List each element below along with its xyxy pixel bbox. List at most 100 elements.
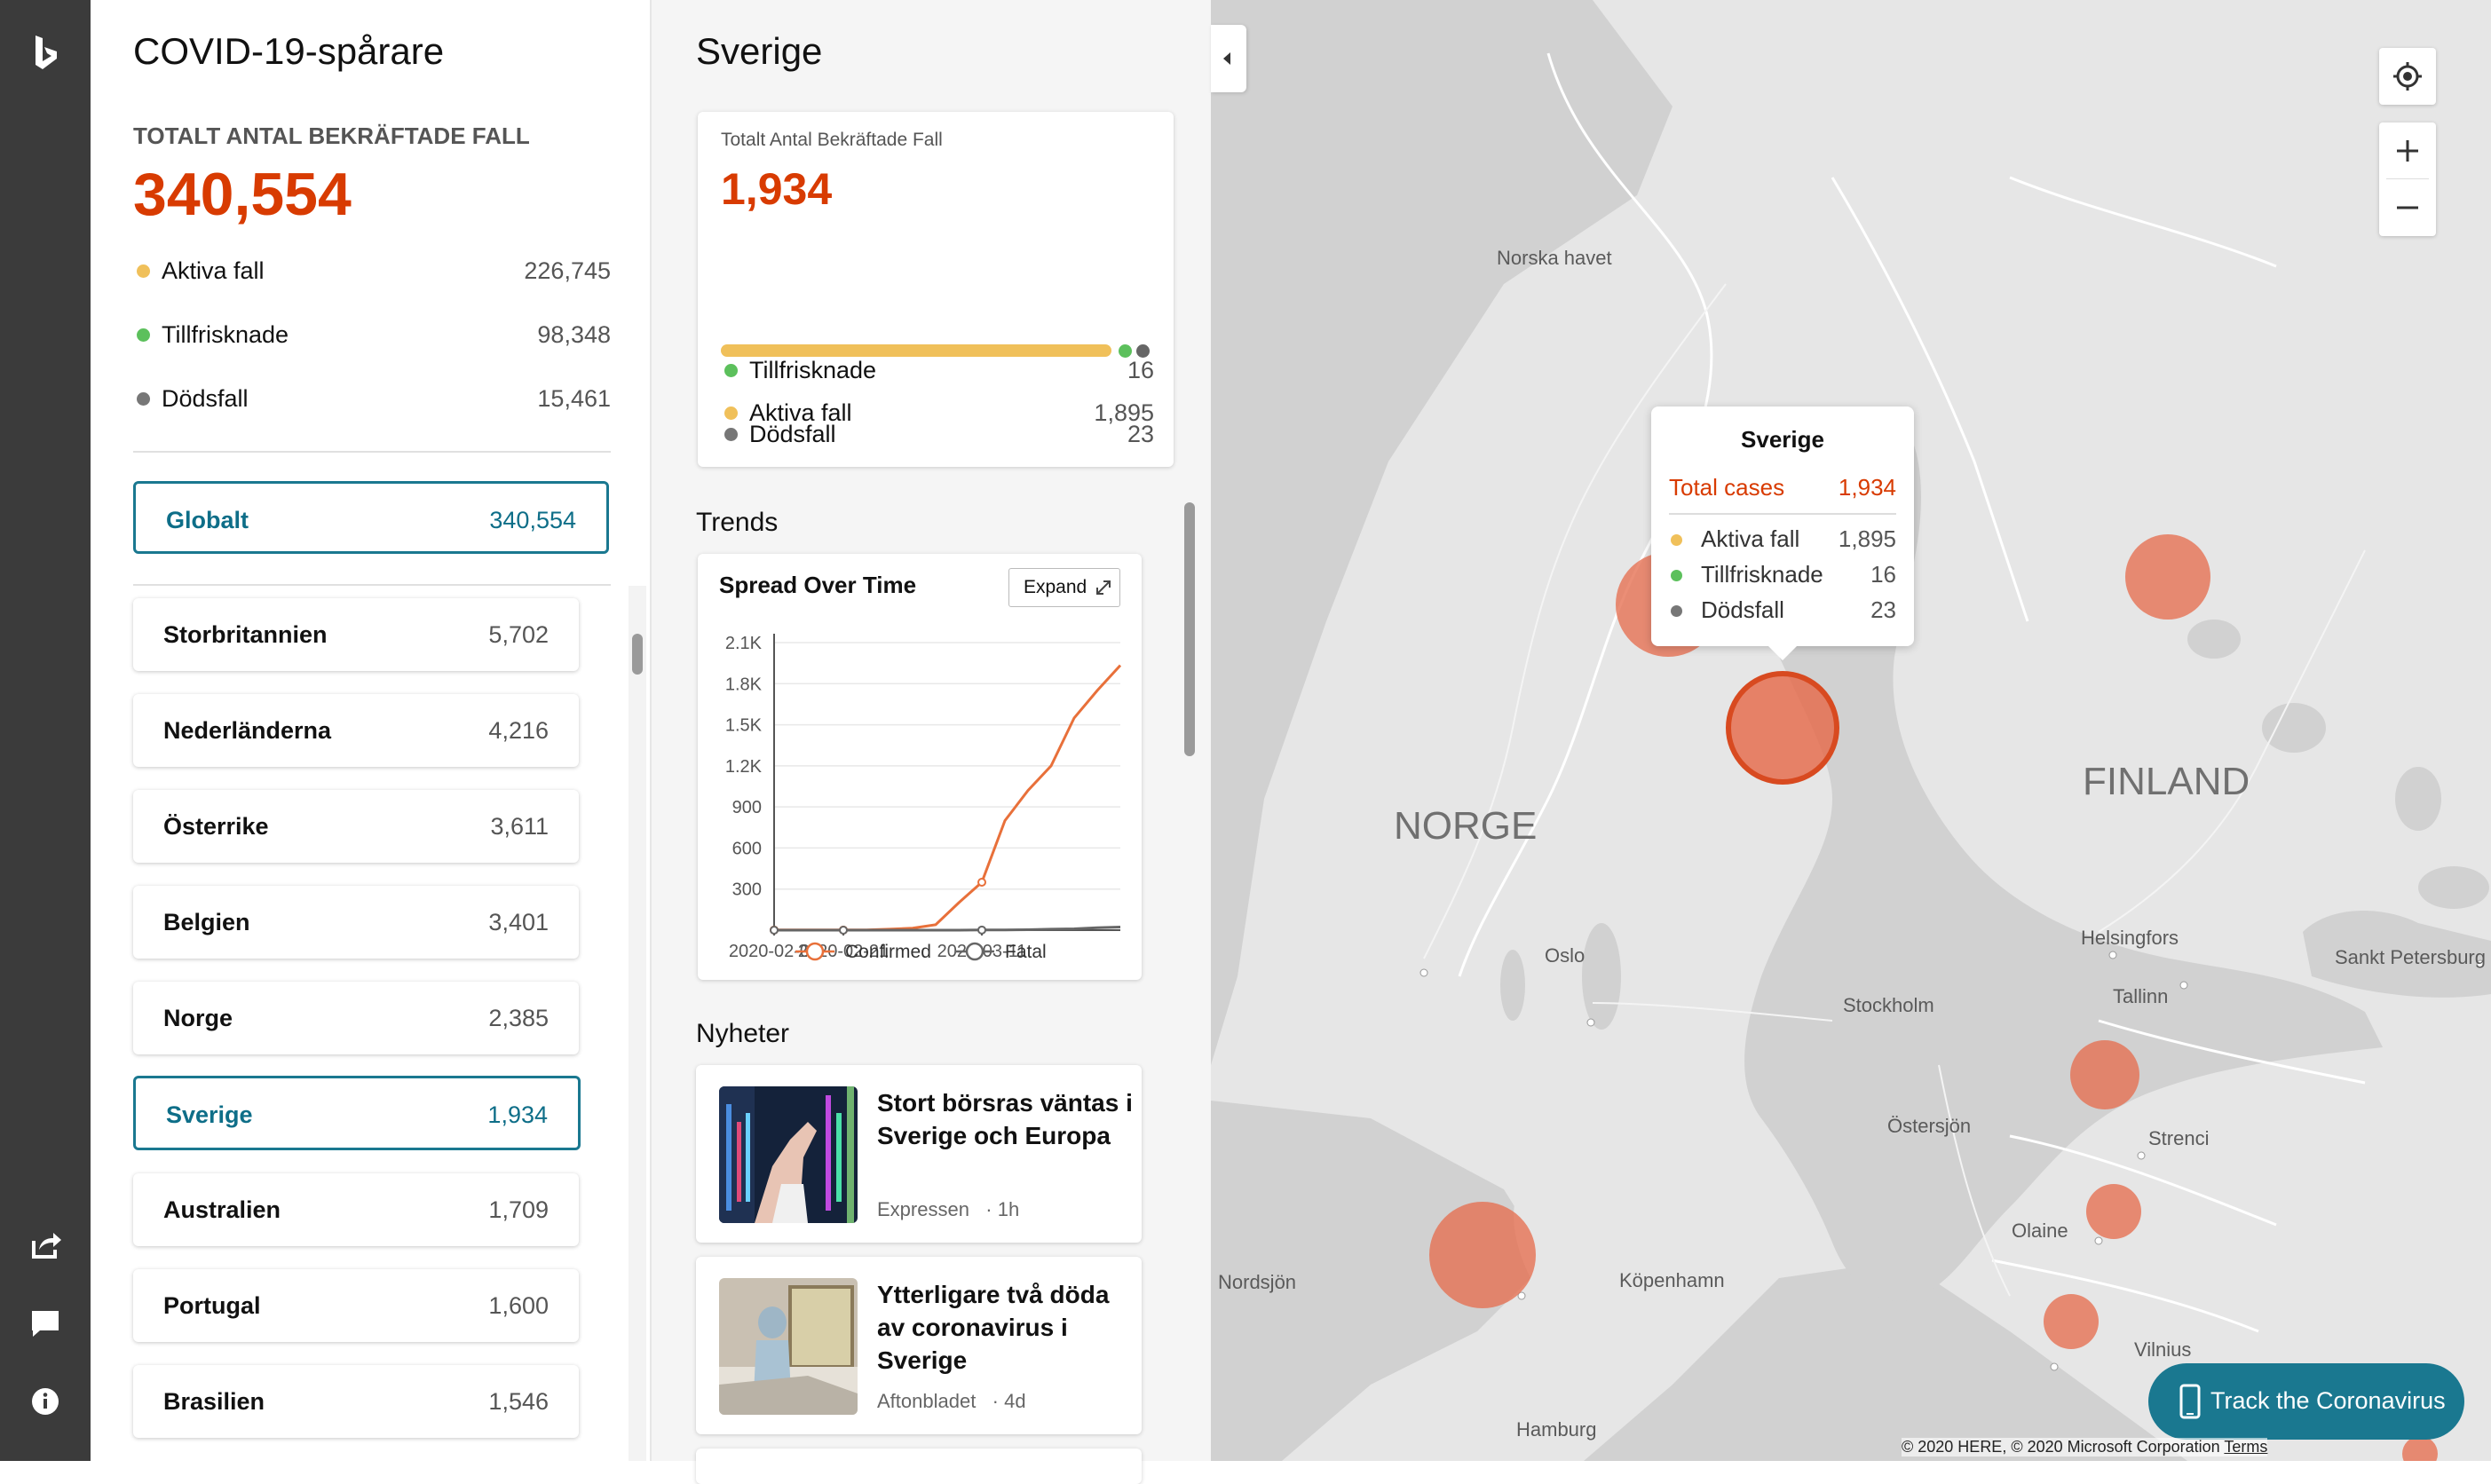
country-card-global[interactable]: Globalt 340,554 <box>133 481 609 554</box>
country-card[interactable]: Storbritannien 5,702 <box>133 598 579 671</box>
trend-chart-card: Spread Over Time Expand 2.1K 1.8K 1.5K 1.2K… <box>698 554 1142 980</box>
detail-stat-deaths: Dödsfall 23 <box>721 417 1154 453</box>
country-card[interactable]: Brasilien 1,546 <box>133 1365 579 1438</box>
case-bubble-selected[interactable] <box>1726 671 1839 785</box>
country-card[interactable]: Belgien 3,401 <box>133 886 579 959</box>
zoom-controls <box>2379 122 2436 236</box>
country-card[interactable]: Nederländerna 4,216 <box>133 694 579 767</box>
legend-label: Confirmed <box>845 942 931 962</box>
divider <box>133 584 611 586</box>
stat-value: 98,348 <box>537 321 611 348</box>
case-bubble[interactable] <box>2086 1184 2141 1239</box>
minus-icon[interactable] <box>2379 179 2436 236</box>
series-line-fatal <box>774 926 1121 932</box>
page-title: COVID-19-spårare <box>133 30 445 72</box>
country-list-scrollbar[interactable] <box>629 586 646 1461</box>
plus-icon[interactable] <box>2379 122 2436 179</box>
map-label: Oslo <box>1545 944 1586 967</box>
news-source: Expressen · 1h <box>877 1198 1020 1220</box>
country-card[interactable]: Portugal 1,600 <box>133 1269 579 1342</box>
deaths-dot-icon <box>1671 605 1682 617</box>
total-label: TOTALT ANTAL BEKRÄFTADE FALL <box>133 122 530 149</box>
stat-active: Aktiva fall 226,745 <box>133 254 611 289</box>
case-bubble[interactable] <box>2125 534 2210 620</box>
y-tick-label: 300 <box>732 880 762 900</box>
map-label: Vilnius <box>2134 1338 2192 1361</box>
country-name: Belgien <box>163 909 250 935</box>
data-point <box>839 926 848 935</box>
news-heading: Nyheter <box>696 1019 790 1048</box>
country-name: Storbritannien <box>163 621 328 648</box>
y-tick-label: 1.8K <box>725 675 763 694</box>
country-name: Nederländerna <box>163 717 332 744</box>
stat-deaths: Dödsfall 15,461 <box>133 382 611 417</box>
stat-label: Dödsfall <box>749 421 836 447</box>
stat-recovered: Tillfrisknade 98,348 <box>133 318 611 353</box>
map-label: Olaine <box>2012 1220 2068 1242</box>
news-card[interactable]: Ytterligare två döda av coronavirus i Sv… <box>696 1257 1142 1434</box>
map-view[interactable]: Norska havet Oslo Stockholm Helsingfors … <box>1211 0 2491 1461</box>
locate-button[interactable] <box>2379 48 2436 105</box>
collapse-panel-button[interactable] <box>1211 25 1246 92</box>
country-value: 4,216 <box>488 717 549 744</box>
map-label: Östersjön <box>1887 1115 1972 1137</box>
country-card[interactable]: Norge 2,385 <box>133 982 579 1054</box>
country-detail-panel: Sverige Totalt Antal Bekräftade Fall 1,9… <box>650 0 1211 1484</box>
country-value: 5,702 <box>488 621 549 648</box>
country-value: 1,546 <box>488 1388 549 1415</box>
tooltip-title: Sverige <box>1741 426 1824 453</box>
bing-logo-icon[interactable] <box>25 32 66 73</box>
news-thumbnail <box>719 1278 858 1415</box>
locate-icon <box>2393 62 2422 91</box>
recovered-dot-icon <box>1671 570 1682 581</box>
news-title: Stort börsras väntas i Sverige och Europ… <box>877 1089 1133 1149</box>
y-tick-label: 900 <box>732 798 762 817</box>
y-tick-label: 1.5K <box>725 716 763 736</box>
scrollbar-thumb[interactable] <box>632 634 643 675</box>
terms-link[interactable]: Terms <box>2224 1438 2267 1456</box>
tooltip-pointer <box>1767 645 1798 660</box>
country-name: Brasilien <box>163 1388 265 1415</box>
map-label: Nordsjön <box>1218 1271 1297 1293</box>
left-rail <box>0 0 91 1461</box>
feedback-icon[interactable] <box>25 1303 66 1344</box>
track-label: Track the Coronavirus <box>2210 1387 2446 1414</box>
country-name: Globalt <box>166 507 249 533</box>
country-value: 3,401 <box>488 909 549 935</box>
track-coronavirus-button[interactable]: Track the Coronavirus <box>2148 1363 2464 1440</box>
trends-heading: Trends <box>696 508 779 537</box>
chevron-left-icon <box>1223 52 1230 65</box>
stat-label: Dödsfall <box>162 385 249 412</box>
summary-card: Totalt Antal Bekräftade Fall 1,934 Aktiv… <box>698 112 1174 467</box>
country-value: 340,554 <box>489 507 576 533</box>
info-icon[interactable] <box>25 1381 66 1422</box>
country-card[interactable]: Australien 1,709 <box>133 1173 579 1246</box>
news-card[interactable]: Stort börsras väntas i Sverige och Europ… <box>696 1065 1142 1243</box>
share-icon[interactable] <box>25 1225 66 1266</box>
data-point <box>977 925 986 935</box>
country-title: Sverige <box>696 30 823 72</box>
y-tick-label: 600 <box>732 839 762 858</box>
recovered-dot-icon <box>724 364 738 377</box>
country-name: Norge <box>163 1005 233 1031</box>
country-card-selected[interactable]: Sverige 1,934 <box>133 1076 581 1150</box>
country-value: 1,934 <box>487 1101 548 1128</box>
summary-value: 1,934 <box>721 164 833 214</box>
map-label: Stockholm <box>1843 994 1934 1016</box>
case-bubble[interactable] <box>2070 1040 2139 1109</box>
stat-value: 16 <box>1127 357 1154 383</box>
news-thumbnail <box>719 1086 858 1223</box>
map-label: Tallinn <box>2113 985 2169 1007</box>
summary-label: Totalt Antal Bekräftade Fall <box>721 130 943 150</box>
country-value: 3,611 <box>490 813 549 840</box>
detail-scrollbar[interactable] <box>1182 502 1197 1461</box>
scrollbar-thumb[interactable] <box>1184 502 1195 756</box>
country-card[interactable]: Österrike 3,611 <box>133 790 579 863</box>
stat-label: Aktiva fall <box>162 257 265 284</box>
case-bubble[interactable] <box>1429 1202 1536 1308</box>
case-bubble[interactable] <box>2044 1294 2099 1349</box>
country-tooltip: Sverige Total cases 1,934 Aktiva fall 1,89… <box>1651 407 1914 660</box>
data-point <box>977 878 986 887</box>
news-card[interactable] <box>696 1448 1142 1484</box>
country-label-norway: NORGE <box>1394 804 1538 848</box>
